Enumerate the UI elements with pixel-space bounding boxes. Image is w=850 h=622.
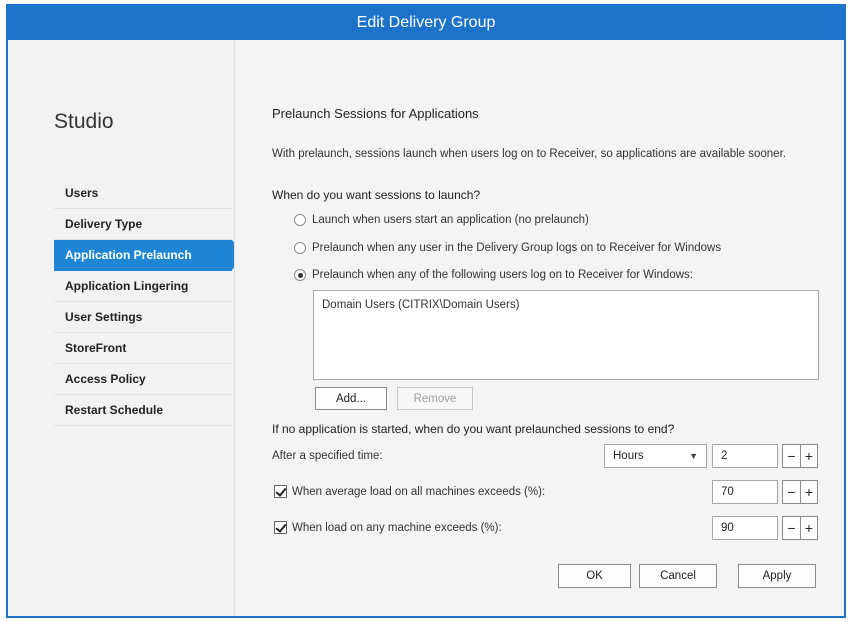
nav-item-user-settings[interactable]: User Settings [54, 302, 232, 333]
time-unit-select[interactable]: Hours ▼ [604, 444, 707, 468]
page-title: Prelaunch Sessions for Applications [272, 106, 479, 121]
any-load-label: When load on any machine exceeds (%): [292, 521, 502, 534]
user-listbox[interactable]: Domain Users (CITRIX\Domain Users) [313, 290, 819, 380]
ok-button[interactable]: OK [558, 564, 631, 588]
apply-button[interactable]: Apply [738, 564, 816, 588]
nav-item-storefront[interactable]: StoreFront [54, 333, 232, 364]
content-panel: Prelaunch Sessions for Applications With… [234, 40, 844, 616]
dropdown-arrow-icon: ▼ [689, 451, 698, 461]
after-time-input[interactable]: 2 [712, 444, 778, 468]
radio-prelaunch-following-users[interactable]: Prelaunch when any of the following user… [294, 269, 693, 281]
launch-question: When do you want sessions to launch? [272, 188, 481, 202]
radio-label: Prelaunch when any user in the Delivery … [312, 242, 722, 254]
any-load-checkbox[interactable]: When load on any machine exceeds (%): [274, 521, 502, 534]
list-item[interactable]: Domain Users (CITRIX\Domain Users) [322, 299, 519, 311]
checkbox-checked-icon [274, 485, 287, 498]
nav-item-application-lingering[interactable]: Application Lingering [54, 271, 232, 302]
any-load-input[interactable]: 90 [712, 516, 778, 540]
end-question: If no application is started, when do yo… [272, 422, 675, 436]
add-button[interactable]: Add... [315, 387, 387, 410]
window-title: Edit Delivery Group [8, 6, 844, 40]
avg-load-input[interactable]: 70 [712, 480, 778, 504]
sidebar: Studio Users Delivery Type Application P… [8, 40, 244, 616]
edit-delivery-group-window: Edit Delivery Group Studio Users Deliver… [6, 4, 846, 618]
increment-button[interactable]: + [800, 445, 817, 467]
radio-prelaunch-any-user[interactable]: Prelaunch when any user in the Delivery … [294, 242, 721, 254]
remove-button[interactable]: Remove [397, 387, 473, 410]
cancel-button[interactable]: Cancel [639, 564, 717, 588]
increment-button[interactable]: + [800, 517, 817, 539]
radio-label: Prelaunch when any of the following user… [312, 269, 693, 281]
checkbox-checked-icon [274, 521, 287, 534]
nav-item-users[interactable]: Users [54, 178, 232, 209]
nav-item-restart-schedule[interactable]: Restart Schedule [54, 395, 232, 426]
decrement-button[interactable]: − [783, 517, 800, 539]
time-unit-value: Hours [613, 450, 644, 462]
nav-item-access-policy[interactable]: Access Policy [54, 364, 232, 395]
avg-load-label: When average load on all machines exceed… [292, 485, 546, 498]
decrement-button[interactable]: − [783, 481, 800, 503]
nav-item-application-prelaunch[interactable]: Application Prelaunch [54, 240, 244, 271]
nav-item-delivery-type[interactable]: Delivery Type [54, 209, 232, 240]
description: With prelaunch, sessions launch when use… [272, 148, 786, 160]
radio-label: Launch when users start an application (… [312, 214, 589, 226]
after-time-label: After a specified time: [272, 450, 383, 462]
avg-load-checkbox[interactable]: When average load on all machines exceed… [274, 485, 545, 498]
wizard-nav: Users Delivery Type Application Prelaunc… [54, 178, 244, 426]
after-time-stepper: − + [782, 444, 818, 468]
radio-no-prelaunch[interactable]: Launch when users start an application (… [294, 214, 589, 226]
app-name: Studio [54, 110, 114, 133]
avg-load-stepper: − + [782, 480, 818, 504]
increment-button[interactable]: + [800, 481, 817, 503]
radio-icon [294, 214, 306, 226]
radio-selected-icon [294, 269, 306, 281]
any-load-stepper: − + [782, 516, 818, 540]
decrement-button[interactable]: − [783, 445, 800, 467]
radio-icon [294, 242, 306, 254]
